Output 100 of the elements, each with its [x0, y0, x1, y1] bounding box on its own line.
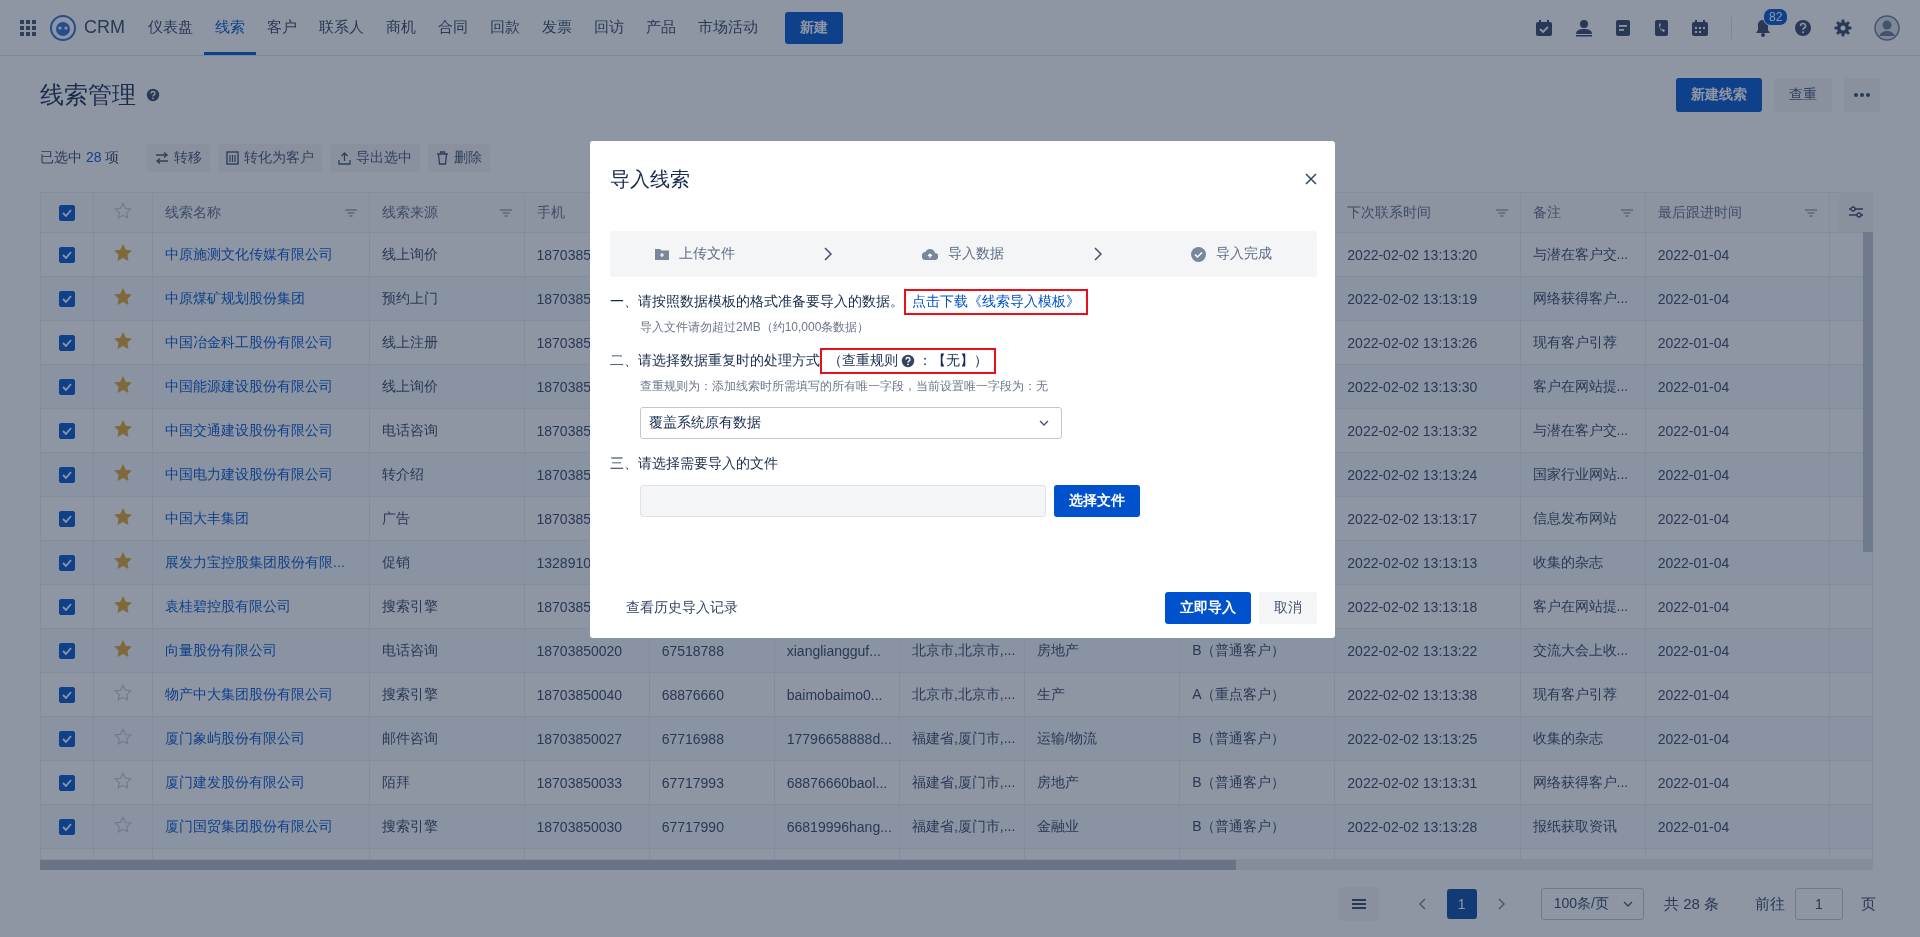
star-filled-icon[interactable]: [114, 596, 133, 614]
page-size-select[interactable]: 100条/页: [1540, 888, 1644, 920]
rule-label: （查重规则: [828, 352, 898, 370]
toolbar-button[interactable]: 转化为客户: [218, 144, 323, 172]
choose-file-button[interactable]: 选择文件: [1054, 485, 1140, 517]
horizontal-scrollbar-thumb[interactable]: [40, 860, 1236, 870]
nav-tab[interactable]: 回访: [583, 0, 635, 55]
table-cell: 现有客户引荐: [1532, 685, 1617, 702]
close-icon[interactable]: [1305, 173, 1317, 185]
column-settings-button[interactable]: [1839, 192, 1873, 232]
row-checkbox[interactable]: [59, 423, 75, 440]
nav-tab[interactable]: 商机: [375, 0, 427, 55]
previous-page-icon[interactable]: [1418, 898, 1427, 910]
next-page-icon[interactable]: [1496, 898, 1505, 910]
list-view-button[interactable]: [1338, 887, 1379, 921]
vertical-scrollbar-thumb[interactable]: [1863, 232, 1873, 552]
star-outline-icon[interactable]: [114, 728, 133, 746]
notification-count-badge: 82: [1763, 7, 1789, 26]
star-outline-icon[interactable]: [114, 772, 133, 790]
calendar-check-icon[interactable]: [1535, 18, 1553, 37]
row-checkbox[interactable]: [59, 643, 75, 660]
row-checkbox[interactable]: [59, 687, 75, 704]
duplicate-check-button[interactable]: 查重: [1774, 78, 1832, 112]
row-checkbox[interactable]: [59, 379, 75, 396]
row-checkbox[interactable]: [59, 819, 75, 836]
document-icon[interactable]: [1615, 18, 1631, 37]
star-outline-icon[interactable]: [114, 684, 133, 702]
nav-tab[interactable]: 仪表盘: [137, 0, 204, 55]
table-cell: 线上询价: [382, 377, 439, 394]
nav-tab[interactable]: 产品: [635, 0, 687, 55]
star-filled-icon[interactable]: [114, 244, 133, 262]
lead-name-link[interactable]: 向量股份有限公司: [165, 641, 278, 658]
app-grid-icon[interactable]: [20, 19, 36, 36]
star-outline-icon[interactable]: [114, 816, 133, 834]
star-filled-icon[interactable]: [114, 332, 133, 350]
check-icon: [62, 647, 72, 656]
avatar-icon[interactable]: [1874, 14, 1900, 41]
nav-tab[interactable]: 联系人: [308, 0, 375, 55]
check-icon: [62, 209, 72, 218]
star-filled-icon[interactable]: [114, 376, 133, 394]
table-cell: 线上注册: [382, 333, 439, 350]
help-icon[interactable]: [146, 88, 160, 102]
star-filled-icon[interactable]: [114, 288, 133, 306]
instruction-text: 三、请选择需要导入的文件: [610, 455, 778, 473]
user-icon[interactable]: [1575, 18, 1593, 37]
calendar-icon[interactable]: [1691, 18, 1709, 37]
row-checkbox[interactable]: [59, 467, 75, 484]
page-input[interactable]: 1: [1795, 888, 1843, 920]
help-icon[interactable]: [901, 354, 915, 368]
toolbar-button[interactable]: 转移: [147, 144, 211, 172]
more-button[interactable]: [1844, 78, 1880, 112]
table-cell: 国家行业网站...: [1532, 465, 1629, 482]
settings-icon[interactable]: [1834, 18, 1852, 37]
nav-tab[interactable]: 线索: [204, 0, 256, 55]
cancel-button[interactable]: 取消: [1259, 592, 1317, 624]
star-outline-icon[interactable]: [114, 202, 133, 220]
table-cell: 2022-02-02 13:13:13: [1347, 554, 1478, 571]
table-cell: 1870385: [536, 246, 591, 263]
phone-book-icon[interactable]: [1653, 18, 1669, 37]
row-checkbox[interactable]: [59, 775, 75, 792]
page-number[interactable]: 1: [1446, 889, 1477, 919]
row-checkbox[interactable]: [59, 291, 75, 308]
monkey-logo-icon: [50, 14, 76, 41]
nav-tab[interactable]: 发票: [531, 0, 583, 55]
filter-icon[interactable]: [1620, 208, 1633, 217]
star-filled-icon[interactable]: [114, 420, 133, 438]
toolbar-button[interactable]: 导出选中: [330, 144, 421, 172]
row-checkbox[interactable]: [59, 599, 75, 616]
filter-icon[interactable]: [345, 208, 358, 217]
row-checkbox[interactable]: [59, 511, 75, 528]
help-icon[interactable]: [1794, 18, 1812, 37]
download-template-link[interactable]: 点击下载《线索导入模板》: [912, 293, 1080, 311]
nav-tab[interactable]: 客户: [256, 0, 308, 55]
filter-icon[interactable]: [1495, 208, 1508, 217]
nav-tab[interactable]: 市场活动: [687, 0, 769, 55]
duplicate-handling-select[interactable]: 覆盖系统原有数据: [640, 407, 1062, 439]
nav-tab[interactable]: 回款: [479, 0, 531, 55]
table-cell: 2022-02-02 13:13:17: [1347, 510, 1478, 527]
check-icon: [62, 295, 72, 304]
toolbar-button[interactable]: 删除: [428, 144, 491, 172]
star-filled-icon[interactable]: [114, 640, 133, 658]
new-button[interactable]: 新建: [785, 11, 843, 44]
import-history-link[interactable]: 查看历史导入记录: [626, 599, 738, 617]
row-checkbox[interactable]: [59, 731, 75, 748]
star-filled-icon[interactable]: [114, 464, 133, 482]
star-filled-icon[interactable]: [114, 508, 133, 526]
filter-icon[interactable]: [499, 208, 512, 217]
star-filled-icon[interactable]: [114, 552, 133, 570]
file-path-field[interactable]: [640, 485, 1046, 517]
new-lead-button[interactable]: 新建线索: [1676, 78, 1762, 112]
row-checkbox[interactable]: [59, 247, 75, 264]
select-all-checkbox[interactable]: [59, 205, 75, 222]
import-now-button[interactable]: 立即导入: [1165, 592, 1251, 624]
horizontal-scrollbar[interactable]: [40, 860, 1873, 870]
row-checkbox[interactable]: [59, 555, 75, 572]
filter-icon[interactable]: [1804, 208, 1817, 217]
list-icon: [1351, 898, 1366, 910]
nav-tab[interactable]: 合同: [427, 0, 479, 55]
lead-name-link[interactable]: 中国大丰集团: [165, 509, 250, 526]
row-checkbox[interactable]: [59, 335, 75, 352]
